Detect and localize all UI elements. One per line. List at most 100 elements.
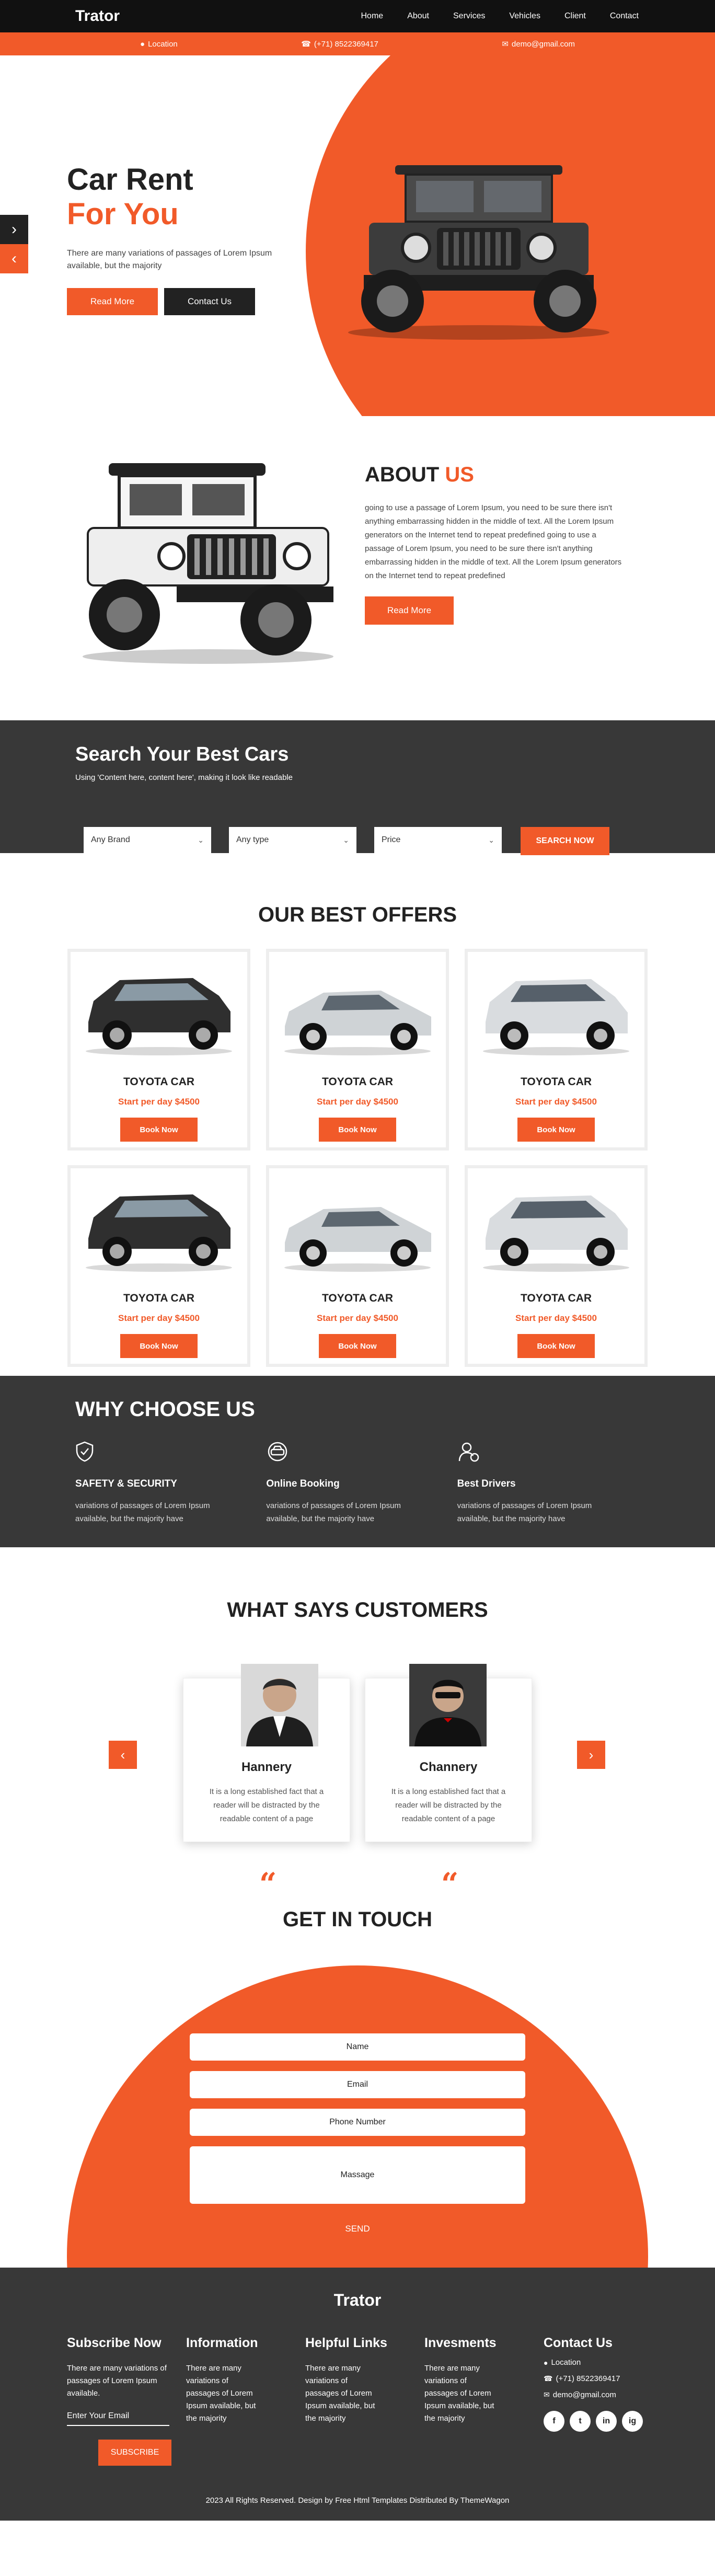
car-image (276, 959, 439, 1061)
footer-contact: Contact Us ● Location ☎ (+71) 8522369417 ✉… (544, 2336, 663, 2466)
car-price: Start per day $4500 (118, 1097, 200, 1107)
brand-logo[interactable]: Trator (75, 7, 120, 25)
price-select[interactable]: Price ⌄ (374, 827, 502, 853)
chevron-down-icon: ⌄ (488, 835, 494, 844)
car-icon (268, 1442, 287, 1462)
car-image (78, 959, 240, 1061)
info-email[interactable]: ✉ demo@gmail.com (502, 39, 575, 49)
offer-card: TOYOTA CAR Start per day $4500 Book Now (67, 949, 250, 1151)
about-read-more-button[interactable]: Read More (365, 596, 454, 625)
book-now-button[interactable]: Book Now (517, 1334, 595, 1358)
nav-contact[interactable]: Contact (610, 12, 639, 21)
book-now-button[interactable]: Book Now (120, 1334, 198, 1358)
map-pin-icon: ● (544, 2358, 548, 2367)
send-button[interactable]: SEND (313, 2214, 402, 2244)
car-image (475, 959, 637, 1061)
footer: Trator Subscribe Now There are many vari… (0, 2268, 715, 2521)
search-now-button[interactable]: SEARCH NOW (521, 827, 609, 855)
offers-grid: TOYOTA CAR Start per day $4500 Book Now TOY… (0, 949, 715, 1367)
hero-section: › ‹ Car Rent For You There are many varia… (0, 55, 715, 416)
why-section: WHY CHOOSE US SAFETY & SECURITY variatio… (0, 1376, 715, 1547)
hero-title: Car Rent For You (67, 163, 193, 231)
twitter-icon[interactable]: t (570, 2411, 591, 2432)
about-description: going to use a passage of Lorem Ipsum, y… (365, 503, 622, 580)
footer-investments: Invesments There are many variations of … (424, 2336, 497, 2423)
about-section: ABOUT US going to use a passage of Lorem… (0, 416, 715, 720)
why-item-safety: SAFETY & SECURITY variations of passages… (75, 1441, 266, 1525)
hero-jeep-image (348, 165, 609, 340)
shield-check-icon (76, 1441, 94, 1462)
offer-card: TOYOTA CAR Start per day $4500 Book Now (266, 949, 449, 1151)
car-name: TOYOTA CAR (321, 1292, 394, 1304)
linkedin-icon[interactable]: in (596, 2411, 617, 2432)
quote-icon: “ (441, 1866, 459, 1902)
offer-card: TOYOTA CAR Start per day $4500 Book Now (465, 949, 648, 1151)
book-now-button[interactable]: Book Now (120, 1118, 198, 1142)
testimonial-next-button[interactable]: › (577, 1741, 605, 1769)
phone-icon: ☎ (301, 40, 311, 49)
about-text: ABOUT US going to use a passage of Lorem… (365, 463, 626, 625)
footer-information: Information There are many variations of… (186, 2336, 258, 2423)
driver-icon (458, 1442, 479, 1462)
instagram-icon[interactable]: ig (622, 2411, 643, 2432)
chevron-down-icon: ⌄ (343, 835, 349, 844)
car-price: Start per day $4500 (317, 1313, 398, 1323)
message-field[interactable]: Massage (190, 2146, 525, 2204)
slider-prev-button[interactable]: ‹ (0, 244, 28, 273)
about-jeep-image (83, 463, 333, 664)
testimonials-title: WHAT SAYS CUSTOMERS (227, 1598, 488, 1622)
offer-card: TOYOTA CAR Start per day $4500 Book Now (266, 1165, 449, 1367)
footer-logo[interactable]: Trator (0, 2291, 715, 2310)
car-image (475, 1176, 637, 1278)
facebook-icon[interactable]: f (544, 2411, 564, 2432)
subscribe-email-input[interactable]: Enter Your Email (67, 2411, 169, 2426)
hero-text: Car Rent For You There are many variation… (67, 163, 313, 315)
email-field[interactable]: Email (190, 2071, 525, 2098)
map-pin-icon: ● (140, 39, 145, 49)
book-now-button[interactable]: Book Now (517, 1118, 595, 1142)
offer-card: TOYOTA CAR Start per day $4500 Book Now (465, 1165, 648, 1367)
offer-card: TOYOTA CAR Start per day $4500 Book Now (67, 1165, 250, 1367)
subscribe-button[interactable]: SUBSCRIBE (98, 2440, 171, 2466)
car-price: Start per day $4500 (515, 1313, 597, 1323)
type-select[interactable]: Any type ⌄ (229, 827, 356, 853)
avatar (409, 1664, 487, 1746)
info-location[interactable]: ● Location (140, 40, 178, 49)
car-name: TOYOTA CAR (321, 1076, 394, 1088)
info-phone[interactable]: ☎ (+71) 8522369417 (301, 39, 378, 49)
contact-us-button[interactable]: Contact Us (164, 288, 255, 315)
phone-field[interactable]: Phone Number (190, 2109, 525, 2136)
book-now-button[interactable]: Book Now (319, 1334, 396, 1358)
main-nav: Home About Services Vehicles Client Cont… (361, 12, 639, 21)
car-name: TOYOTA CAR (520, 1076, 592, 1088)
car-image (78, 1176, 240, 1278)
footer-email[interactable]: ✉ demo@gmail.com (544, 2390, 663, 2399)
contact-form: Name Email Phone Number Massage SEND (190, 2033, 525, 2244)
top-navbar: Trator Home About Services Vehicles Clie… (0, 0, 715, 32)
read-more-button[interactable]: Read More (67, 288, 158, 315)
copyright-text: 2023 All Rights Reserved. Design by Free… (205, 2496, 510, 2505)
nav-home[interactable]: Home (361, 12, 384, 21)
book-now-button[interactable]: Book Now (319, 1118, 396, 1142)
slider-next-button[interactable]: › (0, 215, 28, 244)
offers-section: OUR BEST OFFERS TOYOTA CAR Start per day … (0, 853, 715, 1376)
car-price: Start per day $4500 (515, 1097, 597, 1107)
about-title: ABOUT US (365, 463, 474, 486)
why-item-booking: Online Booking variations of passages of… (266, 1441, 457, 1525)
avatar (241, 1664, 318, 1746)
phone-icon: ☎ (544, 2374, 553, 2383)
car-name: TOYOTA CAR (123, 1076, 195, 1088)
testimonial-prev-button[interactable]: ‹ (109, 1741, 137, 1769)
info-bar: ● Location ☎ (+71) 8522369417 ✉ demo@gmail.… (0, 32, 715, 55)
name-field[interactable]: Name (190, 2033, 525, 2061)
brand-select[interactable]: Any Brand ⌄ (84, 827, 211, 853)
nav-client[interactable]: Client (564, 12, 586, 21)
nav-services[interactable]: Services (453, 12, 485, 21)
nav-about[interactable]: About (407, 12, 429, 21)
nav-vehicles[interactable]: Vehicles (509, 12, 540, 21)
offers-title: OUR BEST OFFERS (258, 903, 457, 926)
car-name: TOYOTA CAR (520, 1292, 592, 1304)
footer-location[interactable]: ● Location (544, 2358, 663, 2367)
quote-icon: “ (259, 1866, 277, 1902)
footer-phone[interactable]: ☎ (+71) 8522369417 (544, 2374, 663, 2383)
